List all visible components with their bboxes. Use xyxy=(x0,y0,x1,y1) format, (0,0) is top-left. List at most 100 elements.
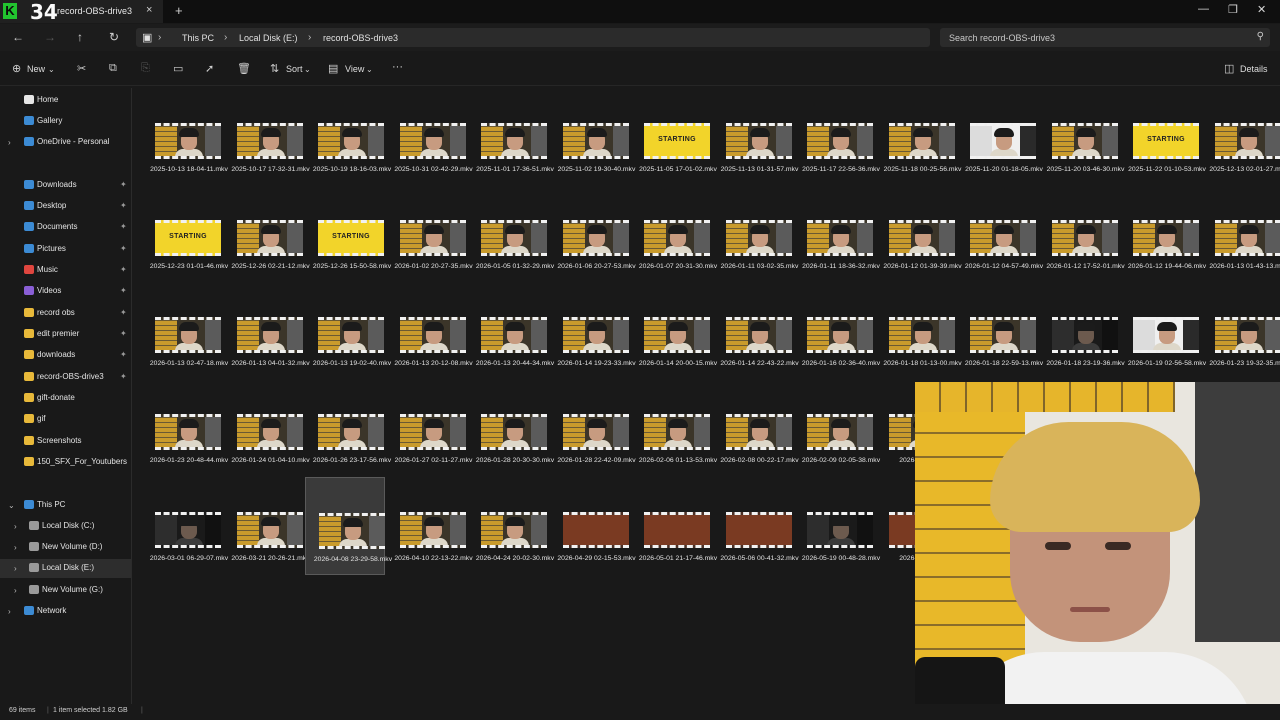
chevron-right-icon[interactable]: › xyxy=(14,586,17,595)
file-item[interactable]: STARTING 2026-04-10 22-13-22.mkv xyxy=(387,477,473,573)
sidebar-item-documents[interactable]: Documents ✦ xyxy=(0,218,131,237)
file-item[interactable]: STARTING 2026-01-12 19-44-06.mkv xyxy=(1120,185,1206,281)
chevron-right-icon[interactable]: › xyxy=(14,543,17,552)
sidebar-item-gift-donate[interactable]: gift-donate xyxy=(0,389,131,408)
cut-icon[interactable]: ✂ xyxy=(77,62,86,75)
explorer-tab[interactable]: K 34 record-OBS-drive3 × xyxy=(0,0,163,23)
new-button[interactable]: New xyxy=(27,64,45,74)
file-item[interactable]: STARTING 2026-05-01 21-17-46.mkv xyxy=(631,477,717,573)
file-item[interactable]: STARTING 2026-01-14 19-23-33.mkv xyxy=(550,282,636,378)
chevron-right-icon[interactable]: › xyxy=(14,564,17,573)
file-item[interactable]: STARTING 2026-01-13 01-43-13.mkv xyxy=(1202,185,1280,281)
forward-arrow-icon[interactable]: → xyxy=(44,30,56,44)
breadcrumb-local-disk-e[interactable]: Local Disk (E:) xyxy=(239,33,298,43)
file-item[interactable]: STARTING 2026-01-07 20-31-30.mkv xyxy=(631,185,717,281)
sidebar-item-music[interactable]: Music ✦ xyxy=(0,261,131,280)
file-item[interactable]: STARTING 2025-11-20 03-46-30.mkv xyxy=(1039,88,1124,184)
new-tab-button[interactable]: + xyxy=(175,3,183,18)
rename-icon[interactable]: ▭ xyxy=(173,62,183,75)
sidebar-item-local-disk-c[interactable]: › Local Disk (C:) xyxy=(0,517,131,536)
file-item[interactable]: STARTING 2026-01-18 01-13-00.mkv xyxy=(876,282,962,378)
file-item[interactable]: STARTING 2026-01-18 22-59-13.mkv xyxy=(957,282,1043,378)
file-item[interactable]: STARTING 2026-01-06 20-27-53.mkv xyxy=(550,185,636,281)
sidebar-item-new-volume-d[interactable]: › New Volume (D:) xyxy=(0,538,131,557)
refresh-icon[interactable]: ↻ xyxy=(109,30,119,44)
file-item[interactable]: STARTING 2025-11-05 17-01-02.mkv xyxy=(631,88,717,184)
file-item[interactable]: STARTING 2026-01-13 02-47-18.mkv xyxy=(142,282,228,378)
file-item[interactable]: STARTING 2025-12-26 02-21-12.mkv xyxy=(224,185,310,281)
sidebar-item-videos[interactable]: Videos ✦ xyxy=(0,282,131,301)
sidebar-item-desktop[interactable]: Desktop ✦ xyxy=(0,197,131,216)
close-window-icon[interactable]: ✕ xyxy=(1257,3,1266,16)
file-item[interactable]: STARTING 2026-01-13 20-44-34.mkv xyxy=(468,282,554,378)
search-input[interactable]: Search record-OBS-drive3 xyxy=(949,33,1055,43)
file-item[interactable]: STARTING 2025-11-22 01-10-53.mkv xyxy=(1120,88,1206,184)
view-button[interactable]: View xyxy=(345,64,364,74)
file-item[interactable]: STARTING 2026-05-06 00-41-32.mkv xyxy=(713,477,799,573)
file-item[interactable]: STARTING 2025-12-26 15-50-58.mkv xyxy=(305,185,391,281)
details-button[interactable]: Details xyxy=(1240,64,1268,74)
file-item[interactable]: STARTING 2025-10-19 18-16-03.mkv xyxy=(305,88,391,184)
file-item[interactable]: STARTING 2026-01-24 01-04-10.mkv xyxy=(224,379,310,475)
sidebar-item-network[interactable]: › Network xyxy=(0,602,131,621)
sidebar-item-edit-premier[interactable]: edit premier ✦ xyxy=(0,325,131,344)
file-item[interactable]: STARTING 2026-01-12 01-39-39.mkv xyxy=(876,185,962,281)
tab-close-button[interactable]: × xyxy=(146,4,152,16)
sidebar-item-local-disk-e[interactable]: › Local Disk (E:) xyxy=(0,559,131,578)
chevron-down-icon[interactable]: ⌄ xyxy=(48,65,55,74)
sidebar-item-downloads-folder[interactable]: downloads ✦ xyxy=(0,346,131,365)
sidebar-item-downloads[interactable]: Downloads ✦ xyxy=(0,176,131,195)
file-item[interactable]: STARTING 2026-02-06 01-13-53.mkv xyxy=(631,379,717,475)
copy-icon[interactable]: ⧉ xyxy=(109,62,117,75)
file-item[interactable]: STARTING 2026-05-19 00-48-28.mkv xyxy=(794,477,880,573)
sort-icon[interactable]: ⇅ xyxy=(270,62,279,75)
chevron-down-icon[interactable]: ⌄ xyxy=(8,501,15,510)
file-item[interactable]: STARTING 2026-04-24 20-02-30.mkv xyxy=(468,477,554,573)
sidebar-item-screenshots[interactable]: Screenshots xyxy=(0,432,131,451)
file-item[interactable]: STARTING 2026-01-05 01-32-29.mkv xyxy=(468,185,554,281)
breadcrumb[interactable]: ▣ › This PC › Local Disk (E:) › record-O… xyxy=(136,28,930,47)
new-plus-icon[interactable]: ⊕ xyxy=(12,62,21,75)
file-item[interactable]: STARTING 2026-01-14 22-43-22.mkv xyxy=(713,282,799,378)
file-item[interactable]: STARTING 2026-01-27 02-11-27.mkv xyxy=(387,379,472,475)
file-item[interactable]: STARTING 2026-04-29 02-15-53.mkv xyxy=(550,477,636,573)
chevron-right-icon[interactable]: › xyxy=(8,138,11,147)
search-box[interactable]: Search record-OBS-drive3 ⚲ xyxy=(940,28,1270,47)
file-item[interactable]: STARTING 2025-11-01 17-36-51.mkv xyxy=(468,88,554,184)
sidebar-item-new-volume-g[interactable]: › New Volume (G:) xyxy=(0,581,131,600)
file-item[interactable]: STARTING 2026-03-01 06-29-07.mkv xyxy=(142,477,228,573)
up-arrow-icon[interactable]: ↑ xyxy=(77,30,83,44)
file-item[interactable]: STARTING 2025-10-17 17-32-31.mkv xyxy=(224,88,310,184)
file-item[interactable]: STARTING 2026-01-13 04-01-32.mkv xyxy=(224,282,310,378)
file-item[interactable]: STARTING 2025-11-18 00-25-56.mkv xyxy=(876,88,961,184)
more-options-button[interactable]: ··· xyxy=(392,61,403,73)
sidebar-item-onedrive[interactable]: › OneDrive - Personal xyxy=(0,133,131,152)
file-item[interactable]: STARTING 2026-01-12 04-57-49.mkv xyxy=(957,185,1043,281)
file-item[interactable]: STARTING 2025-12-13 02-01-27.mkv xyxy=(1202,88,1280,184)
file-item[interactable]: STARTING 2025-12-23 01-01-46.mkv xyxy=(142,185,228,281)
file-item[interactable]: STARTING 2026-03-21 20-26-21.mkv xyxy=(224,477,310,573)
sidebar-item-gif[interactable]: gif xyxy=(0,410,131,429)
maximize-icon[interactable]: ❐ xyxy=(1228,3,1238,16)
back-arrow-icon[interactable]: ← xyxy=(12,30,24,44)
sidebar-item-this-pc[interactable]: ⌄ This PC xyxy=(0,496,131,515)
file-item[interactable]: STARTING 2026-01-26 23-17-56.mkv xyxy=(305,379,391,475)
sidebar-item-gallery[interactable]: Gallery xyxy=(0,112,131,131)
file-item[interactable]: STARTING 2026-01-13 20-12-08.mkv xyxy=(387,282,473,378)
file-item[interactable]: STARTING 2026-01-28 20-30-30.mkv xyxy=(468,379,554,475)
file-item[interactable]: STARTING 2026-01-19 02-56-58.mkv xyxy=(1120,282,1206,378)
file-item[interactable]: STARTING 2026-01-02 20-27-35.mkv xyxy=(387,185,473,281)
chevron-right-icon[interactable]: › xyxy=(14,522,17,531)
file-item[interactable]: STARTING 2025-10-31 02-42-29.mkv xyxy=(387,88,473,184)
file-item[interactable]: STARTING 2025-11-02 19-30-40.mkv xyxy=(550,88,635,184)
file-item[interactable]: STARTING 2026-01-13 19-02-40.mkv xyxy=(305,282,391,378)
file-item[interactable]: STARTING 2025-11-13 01-31-57.mkv xyxy=(713,88,798,184)
file-item[interactable]: STARTING 2026-02-09 02-05-38.mkv xyxy=(794,379,880,475)
sort-button[interactable]: Sort xyxy=(286,64,303,74)
file-item[interactable]: STARTING 2026-01-18 23-19-36.mkv xyxy=(1039,282,1125,378)
paste-icon[interactable]: ⎘ xyxy=(141,62,150,75)
minimize-icon[interactable]: — xyxy=(1198,3,1209,15)
view-icon[interactable]: ▤ xyxy=(328,62,338,75)
sidebar-item-home[interactable]: Home xyxy=(0,91,131,110)
file-item[interactable]: STARTING 2026-02-08 00-22-17.mkv xyxy=(713,379,799,475)
